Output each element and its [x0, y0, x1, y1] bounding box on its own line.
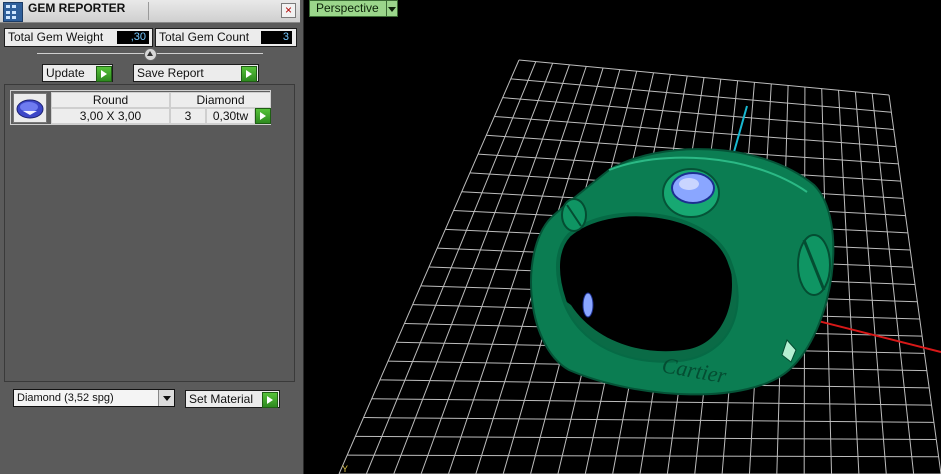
total-gem-weight-label: Total Gem Weight — [8, 30, 104, 44]
gem-reporter-app-icon — [3, 2, 23, 22]
view-menu-dropdown-icon[interactable] — [386, 0, 398, 17]
gem-reporter-panel: GEM REPORTER × Total Gem Weight ,30 Tota… — [0, 0, 304, 474]
gem-list-item[interactable]: Round Diamond 3,00 X 3,00 3 0,30tw — [10, 90, 271, 125]
ring-model: Cartier — [530, 148, 835, 396]
save-report-button-label: Save Report — [137, 66, 204, 80]
gem-weight-cell: 0,30tw — [206, 108, 255, 124]
material-select-value: Diamond (3,52 spg) — [17, 392, 114, 404]
title-divider — [148, 2, 149, 20]
material-select[interactable]: Diamond (3,52 spg) — [13, 389, 175, 407]
grid-line — [888, 94, 941, 474]
close-icon[interactable]: × — [281, 3, 296, 18]
side-gem — [582, 292, 594, 318]
total-gem-weight-value[interactable]: ,30 — [117, 31, 149, 44]
play-arrow-icon — [241, 66, 257, 82]
set-material-button-label: Set Material — [189, 392, 254, 406]
panel-title: GEM REPORTER — [28, 1, 126, 15]
total-gem-count-field: Total Gem Count 3 — [155, 28, 297, 47]
play-arrow-icon — [96, 66, 112, 82]
set-material-button[interactable]: Set Material — [185, 390, 280, 408]
gem-count-cell: 3 — [170, 108, 206, 124]
scene-canvas[interactable]: Cartier — [309, 0, 941, 474]
total-gem-weight-field: Total Gem Weight ,30 — [4, 28, 153, 47]
update-button-label: Update — [46, 66, 85, 80]
gem-thumbnail-icon — [13, 93, 47, 123]
total-gem-count-label: Total Gem Count — [159, 30, 250, 44]
axis-gizmo-label: Y — [342, 464, 349, 474]
gem-material-cell: Diamond — [170, 92, 271, 108]
gem-list: Round Diamond 3,00 X 3,00 3 0,30tw — [4, 84, 295, 382]
title-bar: GEM REPORTER × — [0, 0, 300, 23]
grid-line — [871, 93, 915, 474]
axis-gizmo-icon: Y — [342, 464, 348, 474]
gem-size-cell: 3,00 X 3,00 — [51, 108, 170, 124]
total-gem-count-value[interactable]: 3 — [261, 31, 292, 44]
play-arrow-icon — [262, 392, 278, 408]
update-button[interactable]: Update — [42, 64, 113, 82]
perspective-viewport[interactable]: Cartier Perspective Y — [309, 0, 941, 474]
save-report-button[interactable]: Save Report — [133, 64, 259, 82]
play-arrow-icon[interactable] — [255, 108, 271, 124]
dropdown-arrow-icon[interactable] — [158, 390, 174, 406]
gem-shape-cell: Round — [51, 92, 170, 108]
slider-knob-icon[interactable] — [144, 48, 157, 61]
view-name-label[interactable]: Perspective — [309, 0, 388, 17]
